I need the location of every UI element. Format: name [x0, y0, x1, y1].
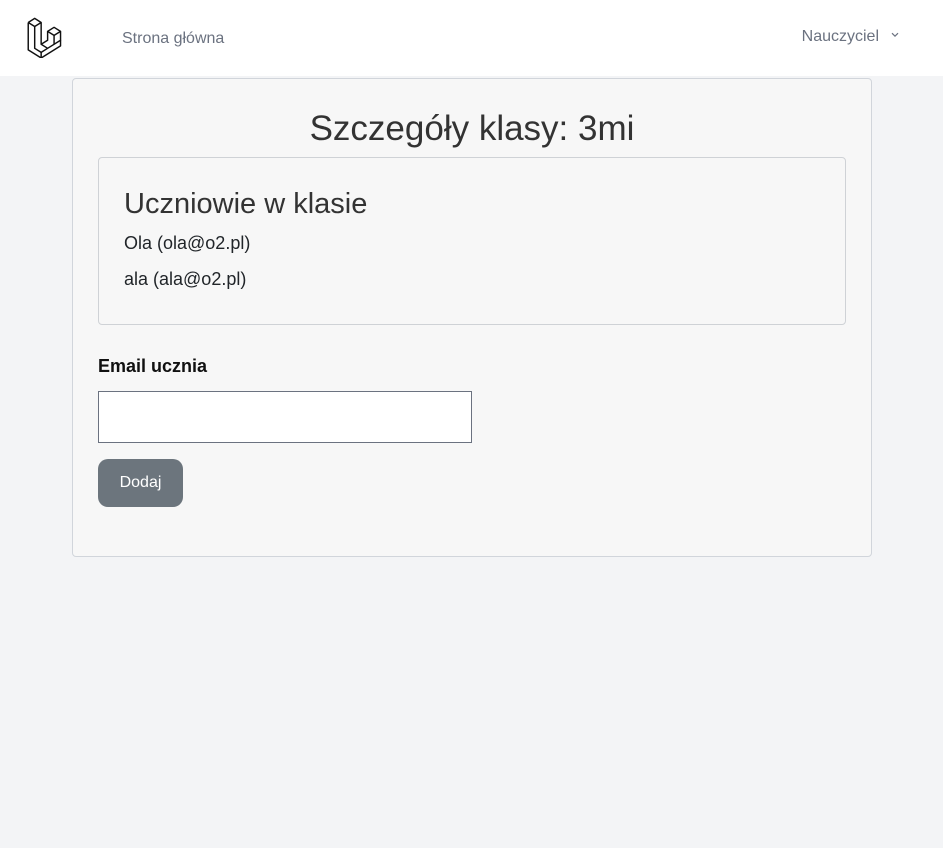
- laravel-logo-icon[interactable]: [25, 16, 67, 59]
- chevron-down-icon: [885, 28, 901, 46]
- class-details-card: Szczegóły klasy: 3mi Uczniowie w klasie …: [72, 78, 872, 557]
- student-email-input[interactable]: [98, 391, 472, 443]
- page-title: Szczegóły klasy: 3mi: [309, 109, 635, 148]
- home-link[interactable]: Strona główna: [122, 30, 224, 48]
- user-menu-label: Nauczyciel: [801, 28, 879, 45]
- user-menu-dropdown[interactable]: Nauczyciel: [802, 28, 901, 46]
- list-item: Ola (ola@o2.pl): [124, 233, 251, 253]
- students-panel: Uczniowie w klasie Ola (ola@o2.pl) ala (…: [98, 157, 846, 325]
- students-heading: Uczniowie w klasie: [124, 188, 368, 220]
- add-student-button[interactable]: Dodaj: [98, 459, 183, 507]
- student-list: Ola (ola@o2.pl) ala (ala@o2.pl): [124, 232, 250, 304]
- list-item: ala (ala@o2.pl): [124, 269, 247, 289]
- email-field-label: Email ucznia: [98, 356, 208, 376]
- navbar: Strona główna Nauczyciel: [0, 0, 943, 76]
